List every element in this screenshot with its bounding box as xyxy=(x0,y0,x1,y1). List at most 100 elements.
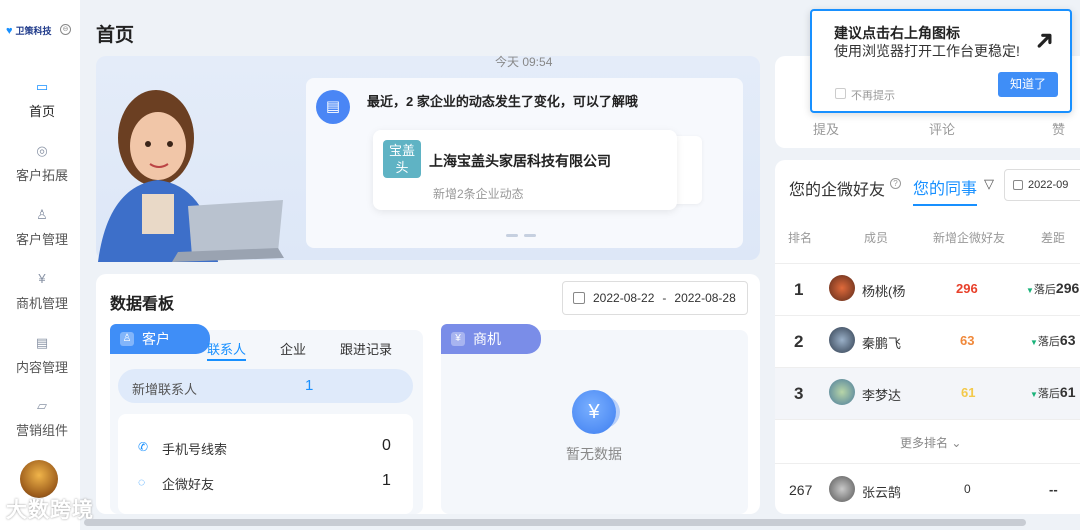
stat-likes[interactable]: 赞 xyxy=(1052,119,1065,138)
user-icon: ♙ xyxy=(120,332,134,346)
sidebar-item-label: 营销组件 xyxy=(15,423,68,438)
avatar xyxy=(829,379,855,405)
calendar-icon xyxy=(573,292,585,304)
document-icon: ▤ xyxy=(35,335,49,350)
tab-follow-up[interactable]: 跟进记录 xyxy=(340,339,392,358)
user-icon: ♙ xyxy=(36,207,48,222)
customer-metrics xyxy=(118,414,413,514)
sidebar-item-customer-expand[interactable]: ◎ 客户拓展 xyxy=(0,143,84,184)
gap-value: ▼落后61 xyxy=(1030,384,1076,400)
collapse-icon[interactable]: ⊖ xyxy=(60,24,71,35)
friend-count: 296 xyxy=(956,281,978,296)
avatar xyxy=(829,476,855,502)
app-logo-text: 卫策科技 xyxy=(15,26,52,36)
wecom-friends-value: 1 xyxy=(382,472,391,489)
tab-contacts[interactable]: 联系人 xyxy=(207,339,247,361)
app-logo: ♥ 卫策科技 xyxy=(6,24,52,37)
tab-my-wecom-friends[interactable]: 您的企微好友 xyxy=(789,176,885,200)
col-rank: 排名 xyxy=(788,231,813,245)
dont-show-checkbox[interactable] xyxy=(835,88,846,99)
message-text: 最近，2 家企业的动态发生了变化，可以了解哦 xyxy=(367,94,638,109)
new-contacts-label: 新增联系人 xyxy=(132,382,198,397)
brand-icon: ♥ xyxy=(6,24,13,37)
carousel-dots[interactable] xyxy=(506,234,536,237)
customer-tag-label: 客户 xyxy=(142,331,170,347)
horizontal-scrollbar[interactable] xyxy=(84,519,1026,526)
my-name: 张云鹄 xyxy=(862,485,902,500)
filter-icon[interactable]: ▽ xyxy=(984,176,994,192)
got-it-button[interactable]: 知道了 xyxy=(998,72,1058,97)
phone-icon: ✆ xyxy=(138,440,149,454)
gap-value: ▼落后296 xyxy=(1026,280,1080,296)
yen-icon: ¥ xyxy=(451,332,465,346)
folder-icon: ▱ xyxy=(37,398,47,413)
sidebar-item-marketing[interactable]: ▱ 营销组件 xyxy=(0,398,84,439)
more-ranking-link[interactable]: 更多排名 ⌄ xyxy=(900,434,961,451)
stat-comments[interactable]: 评论 xyxy=(929,119,955,138)
company-update: 新增2条企业动态 xyxy=(433,187,524,201)
tip-title: 建议点击右上角图标 xyxy=(834,25,960,41)
member-name: 杨桃(杨 xyxy=(862,284,906,299)
month-picker[interactable]: 2022-09 xyxy=(1004,169,1080,201)
watermark: 大数跨境 xyxy=(6,499,94,522)
new-contacts-value: 1 xyxy=(305,377,314,394)
assistant-illustration xyxy=(98,90,284,262)
avatar[interactable] xyxy=(20,460,58,498)
document-icon: ▤ xyxy=(316,90,350,124)
chevron-down-icon: ⌄ xyxy=(951,436,962,450)
empty-state: 暂无数据 xyxy=(566,446,622,462)
opportunity-tag-label: 商机 xyxy=(473,331,501,347)
my-rank: 267 xyxy=(789,482,813,498)
company-name[interactable]: 上海宝盖头家居科技有限公司 xyxy=(429,151,611,171)
wecom-friends-label: 企微好友 xyxy=(162,477,215,492)
col-gap: 差距 xyxy=(1041,231,1066,245)
sidebar-item-label: 商机管理 xyxy=(15,296,68,311)
sidebar-item-home[interactable]: ▭ 首页 xyxy=(0,79,84,120)
sidebar-item-label: 客户拓展 xyxy=(15,168,68,183)
member-name: 李梦达 xyxy=(862,388,902,403)
sidebar-item-label: 内容管理 xyxy=(15,360,68,375)
stat-mentions[interactable]: 提及 xyxy=(813,119,839,138)
calendar-icon xyxy=(1013,180,1023,190)
phone-leads-label: 手机号线索 xyxy=(162,442,228,457)
page-title: 首页 xyxy=(96,25,135,46)
sidebar-item-label: 首页 xyxy=(28,104,55,119)
my-count: 0 xyxy=(964,482,971,496)
help-icon[interactable]: ? xyxy=(890,178,901,189)
friend-count: 63 xyxy=(960,333,975,348)
col-member: 成员 xyxy=(864,231,889,245)
gap-value: ▼落后63 xyxy=(1030,332,1076,348)
rank-value: 3 xyxy=(794,384,804,403)
company-logo: 宝盖头 xyxy=(383,140,421,178)
home-icon: ▭ xyxy=(35,79,49,94)
sidebar-item-opportunity[interactable]: ¥ 商机管理 xyxy=(0,271,84,312)
avatar xyxy=(829,275,855,301)
phone-leads-value: 0 xyxy=(382,437,391,454)
member-name: 秦鹏飞 xyxy=(862,336,902,351)
dont-show-label[interactable]: 不再提示 xyxy=(851,87,895,103)
opportunity-tag: ¥ 商机 xyxy=(441,324,541,354)
yen-icon: ¥ xyxy=(572,390,616,434)
sidebar-item-content[interactable]: ▤ 内容管理 xyxy=(0,335,84,376)
month-value: 2022-09 xyxy=(1028,179,1069,191)
rank-value: 1 xyxy=(794,280,804,299)
date-end: 2022-08-28 xyxy=(674,291,736,305)
rank-value: 2 xyxy=(794,332,804,351)
avatar xyxy=(829,327,855,353)
sidebar: ♥ 卫策科技 ⊖ ▭ 首页 ◎ 客户拓展 ♙ 客户管理 ¥ 商机管理 ▤ 内容管理 ▱ 营销组… xyxy=(0,0,80,530)
date-range-picker[interactable]: 2022-08-22-2022-08-28 xyxy=(562,281,748,315)
sidebar-item-customer-manage[interactable]: ♙ 客户管理 xyxy=(0,207,84,248)
yen-icon: ¥ xyxy=(38,271,46,286)
tip-text: 使用浏览器打开工作台更稳定! xyxy=(834,43,1020,59)
date-start: 2022-08-22 xyxy=(593,291,655,305)
friend-count: 61 xyxy=(961,385,976,400)
message-time: 今天 09:54 xyxy=(495,55,553,69)
my-rank-row[interactable] xyxy=(775,463,1080,515)
tab-colleagues[interactable]: 您的同事 xyxy=(913,175,978,206)
board-title: 数据看板 xyxy=(110,296,175,313)
chat-icon: ◌ xyxy=(138,475,146,489)
sidebar-item-label: 客户管理 xyxy=(15,232,68,247)
tab-enterprise[interactable]: 企业 xyxy=(280,339,306,358)
my-gap: -- xyxy=(1049,482,1058,497)
col-new-friends: 新增企微好友 xyxy=(933,231,1006,245)
